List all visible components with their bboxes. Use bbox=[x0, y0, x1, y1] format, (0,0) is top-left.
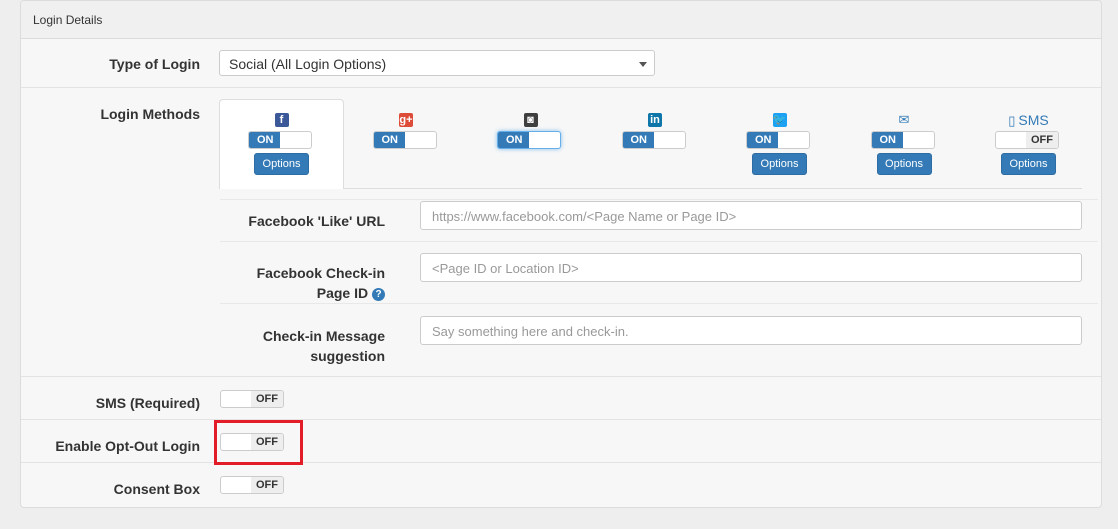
toggle-on-label: ON bbox=[747, 132, 778, 148]
panel-title: Login Details bbox=[33, 13, 103, 27]
highlight-box bbox=[214, 420, 303, 465]
checkin-message-placeholder: Say something here and check-in. bbox=[432, 324, 629, 339]
checkin-message-label-line1: Check-in Message bbox=[262, 328, 385, 344]
row-divider bbox=[21, 419, 1101, 420]
envelope-icon: ✉ bbox=[898, 112, 910, 127]
google-plus-icon: g+ bbox=[399, 113, 413, 127]
panel-heading: Login Details bbox=[21, 1, 1101, 39]
facebook-like-url-placeholder: https://www.facebook.com/<Page Name or P… bbox=[432, 209, 737, 224]
facebook-toggle[interactable]: ON bbox=[248, 131, 312, 149]
toggle-on-label: ON bbox=[249, 132, 280, 148]
linkedin-toggle[interactable]: ON bbox=[621, 131, 686, 149]
sms-toggle[interactable]: OFF bbox=[995, 131, 1059, 149]
facebook-checkin-label-line1: Facebook Check-in bbox=[256, 265, 385, 281]
sub-row-divider bbox=[220, 241, 1098, 242]
consent-box-label: Consent Box bbox=[113, 481, 200, 497]
sms-required-toggle[interactable]: OFF bbox=[220, 390, 284, 408]
facebook-checkin-placeholder: <Page ID or Location ID> bbox=[432, 261, 579, 276]
sms-options-button[interactable]: Options bbox=[1001, 153, 1056, 175]
linkedin-icon: in bbox=[648, 113, 662, 127]
toggle-on-label: ON bbox=[871, 132, 903, 148]
checkin-message-label: Check-in Message suggestion bbox=[220, 326, 385, 366]
sub-row-divider bbox=[220, 199, 1098, 200]
facebook-checkin-label-line2: Page ID bbox=[316, 285, 369, 301]
login-method-facebook: f ON Options bbox=[219, 112, 344, 182]
facebook-checkin-label: Facebook Check-in Page ID ? bbox=[220, 263, 385, 303]
instagram-icon: ◙ bbox=[523, 113, 538, 127]
login-method-google-plus: g+ ON bbox=[344, 112, 469, 182]
tabs-baseline bbox=[344, 188, 1082, 189]
sms-label: SMS bbox=[1018, 112, 1049, 128]
instagram-toggle[interactable]: ON bbox=[497, 131, 561, 149]
type-of-login-value: Social (All Login Options) bbox=[229, 56, 387, 72]
sub-row-divider bbox=[220, 303, 1098, 304]
toggle-off-label: OFF bbox=[1026, 132, 1058, 148]
login-method-instagram: ◙ ON bbox=[468, 112, 593, 182]
checkin-message-label-line2: suggestion bbox=[310, 348, 385, 364]
email-options-button[interactable]: Options bbox=[876, 153, 932, 175]
toggle-off-label: OFF bbox=[251, 391, 283, 407]
question-circle-icon[interactable]: ? bbox=[372, 287, 385, 301]
row-divider bbox=[21, 376, 1101, 377]
row-divider bbox=[21, 87, 1101, 88]
toggle-on-label: ON bbox=[498, 132, 529, 148]
facebook-like-url-input[interactable]: https://www.facebook.com/<Page Name or P… bbox=[420, 201, 1082, 230]
facebook-options-button[interactable]: Options bbox=[254, 153, 309, 175]
twitter-toggle[interactable]: ON bbox=[746, 131, 810, 149]
twitter-icon: 🐦 bbox=[772, 113, 787, 127]
email-toggle[interactable]: ON bbox=[870, 131, 935, 149]
login-methods-label: Login Methods bbox=[100, 106, 200, 122]
type-of-login-select[interactable]: Social (All Login Options) bbox=[219, 50, 655, 76]
opt-out-label: Enable Opt-Out Login bbox=[55, 438, 200, 454]
facebook-icon: f bbox=[274, 113, 289, 127]
facebook-checkin-label-line2-wrap: Page ID ? bbox=[220, 283, 385, 303]
login-method-twitter: 🐦 ON Options bbox=[717, 112, 842, 182]
login-method-linkedin: in ON bbox=[593, 112, 718, 182]
type-of-login-label: Type of Login bbox=[109, 56, 200, 72]
facebook-checkin-input[interactable]: <Page ID or Location ID> bbox=[420, 253, 1082, 282]
checkin-message-input[interactable]: Say something here and check-in. bbox=[420, 316, 1082, 345]
mobile-icon-glyph: ▯ bbox=[1008, 113, 1016, 128]
mobile-icon: ▯ SMS bbox=[1008, 112, 1049, 128]
toggle-on-label: ON bbox=[373, 132, 405, 148]
toggle-on-label: ON bbox=[622, 132, 654, 148]
consent-box-toggle[interactable]: OFF bbox=[220, 476, 284, 494]
login-method-sms: ▯ SMS OFF Options bbox=[966, 112, 1091, 182]
caret-down-icon bbox=[639, 62, 647, 67]
toggle-off-label: OFF bbox=[251, 477, 283, 493]
sms-required-label: SMS (Required) bbox=[95, 395, 200, 411]
facebook-like-url-label: Facebook 'Like' URL bbox=[248, 213, 385, 229]
login-method-email: ✉ ON Options bbox=[842, 112, 967, 182]
google-plus-toggle[interactable]: ON bbox=[372, 131, 437, 149]
row-divider bbox=[21, 462, 1101, 463]
twitter-options-button[interactable]: Options bbox=[752, 153, 807, 175]
